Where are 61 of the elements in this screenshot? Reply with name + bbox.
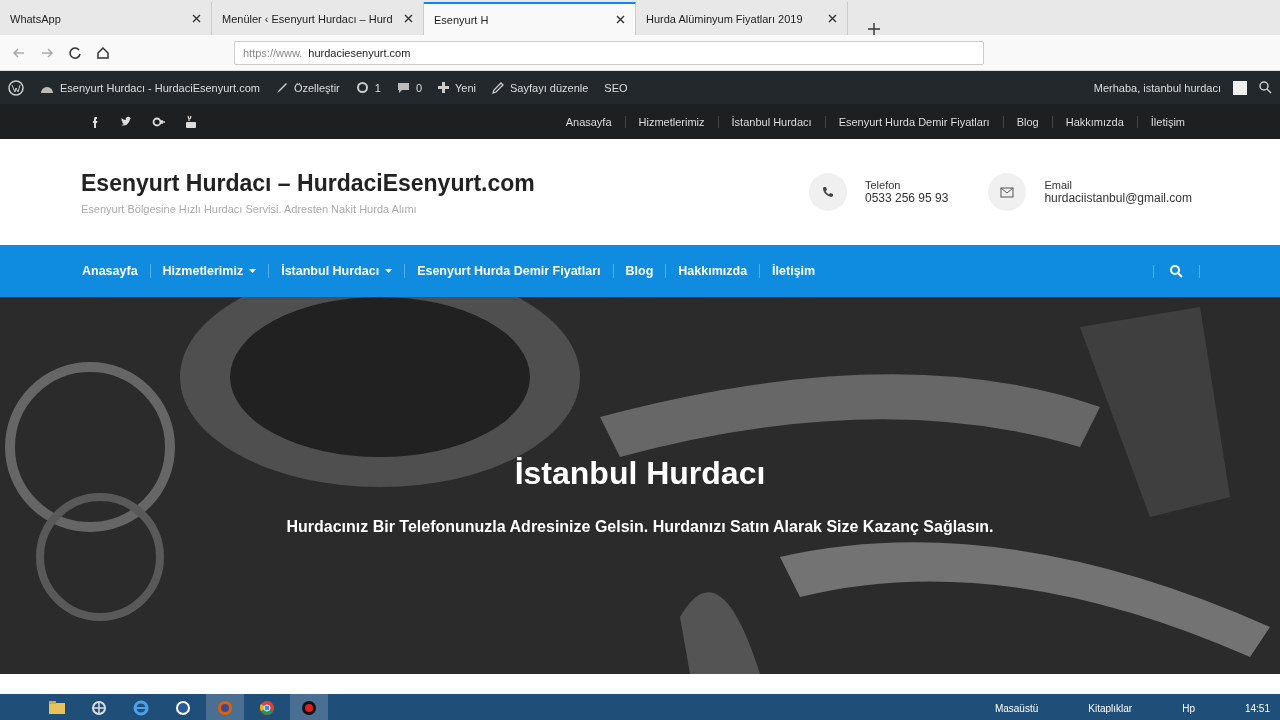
url-field[interactable]: https://www. hurdaciesenyurt.com <box>234 40 984 65</box>
reload-icon[interactable] <box>68 45 82 60</box>
taskbar-toolbar[interactable]: Kitaplıklar <box>1088 702 1133 714</box>
avatar[interactable] <box>1233 80 1247 95</box>
comment-icon <box>396 81 410 94</box>
nav-item[interactable]: Anasayfa <box>70 264 150 278</box>
taskbar-toolbar[interactable]: Hp <box>1182 702 1195 714</box>
top-menu-link[interactable]: Hizmetlerimiz <box>624 115 718 128</box>
site-title[interactable]: Esenyurt Hurdacı – HurdaciEsenyurt.com <box>81 169 535 197</box>
recorder-button[interactable] <box>290 694 328 720</box>
phone-icon <box>809 173 847 211</box>
close-icon[interactable] <box>616 15 625 24</box>
greeting-link[interactable]: Merhaba, istanbul hurdacı <box>1093 81 1221 94</box>
nav-item[interactable]: Esenyurt Hurda Demir Fiyatları <box>404 264 613 278</box>
envelope-icon <box>988 173 1027 211</box>
site-tagline: Esenyurt Bölgesine Hızlı Hurdacı Servisi. Adresten Nakit Hurda Alımı <box>81 202 418 215</box>
nav-item[interactable]: Blog <box>612 264 666 278</box>
record-icon <box>299 698 319 718</box>
browser-tab[interactable]: Esenyurt H <box>424 2 636 35</box>
caret-icon <box>249 269 257 273</box>
taskbar-toolbar[interactable]: Masaüstü <box>994 702 1039 714</box>
admin-bar-item[interactable]: Sayfayı düzenle <box>492 81 589 94</box>
contact-label: Email <box>1044 179 1073 191</box>
nav-item[interactable]: Hizmetlerimiz <box>149 264 269 278</box>
search-icon[interactable] <box>1259 81 1272 94</box>
nav-item[interactable]: İletişim <box>759 264 828 278</box>
contact-value: 0533 256 95 93 <box>865 191 949 205</box>
admin-bar-item[interactable]: Esenyurt Hurdacı - HurdaciEsenyurt.com <box>40 81 260 94</box>
firefox-icon <box>215 698 235 718</box>
top-menu-link[interactable]: Blog <box>1002 115 1052 128</box>
admin-bar-item[interactable]: Özelleştir <box>275 81 340 94</box>
admin-bar-item[interactable]: 1 <box>355 81 381 94</box>
contact-value: hurdaciistanbul@gmail.com <box>1044 191 1192 205</box>
youtube-icon[interactable] <box>184 114 198 129</box>
wordpress-icon[interactable] <box>8 79 24 96</box>
contact-label: Telefon <box>865 179 902 191</box>
top-menu-link[interactable]: Esenyurt Hurda Demir Fiyatları <box>824 115 1003 128</box>
hero-title: İstanbul Hurdacı <box>514 455 766 492</box>
close-icon[interactable] <box>404 14 413 23</box>
plus-icon <box>438 82 449 93</box>
browser-e-icon <box>131 698 151 718</box>
close-icon[interactable] <box>828 14 837 23</box>
refresh-icon <box>355 81 369 94</box>
pencil-icon <box>492 81 505 94</box>
nav-item[interactable]: İstanbul Hurdacı <box>268 264 405 278</box>
admin-bar-item[interactable]: 0 <box>396 81 422 94</box>
nav-item[interactable]: Hakkımızda <box>665 264 760 278</box>
top-menu-link[interactable]: İstanbul Hurdacı <box>717 115 825 128</box>
brush-icon <box>275 81 288 94</box>
hero-subtitle: Hurdacınız Bir Telefonunuzla Adresinize Gelsin. Hurdanızı Satın Alarak Size Kazanç Sağlasın. <box>286 518 994 536</box>
admin-bar-item[interactable]: Yeni <box>438 81 477 94</box>
top-menu-link[interactable]: Hakkımızda <box>1051 115 1137 128</box>
home-icon[interactable] <box>96 45 110 60</box>
chrome-icon <box>257 698 277 718</box>
caret-icon <box>385 269 393 273</box>
clock[interactable]: 14:51 <box>1244 702 1270 714</box>
network-icon <box>89 698 109 718</box>
close-icon[interactable] <box>192 14 201 23</box>
top-menu-link[interactable]: Anasayfa <box>552 115 625 128</box>
admin-bar-item[interactable]: SEO <box>604 81 628 94</box>
top-menu-link[interactable]: İletişim <box>1136 115 1198 128</box>
